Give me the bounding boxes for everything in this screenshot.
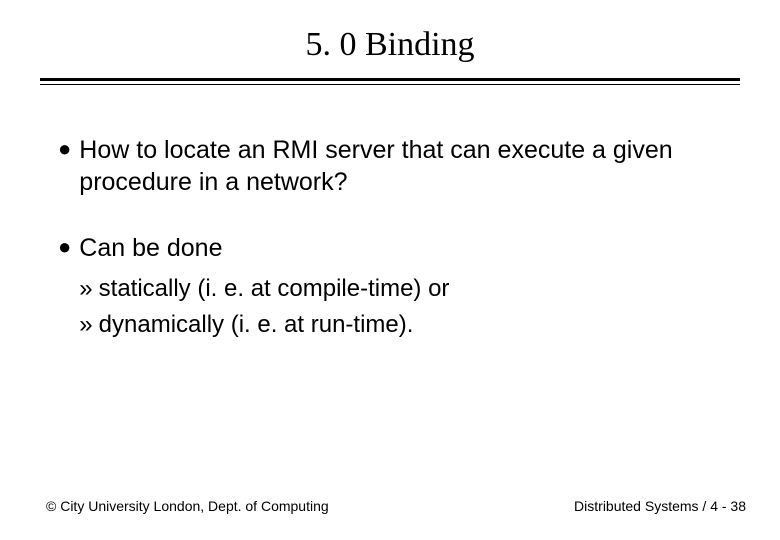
title-divider: [40, 78, 740, 82]
footer: © City University London, Dept. of Compu…: [46, 498, 746, 514]
bullet-text: How to locate an RMI server that can exe…: [79, 134, 734, 198]
bullet-item: ● Can be done » statically (i. e. at com…: [58, 232, 734, 346]
slide: 5. 0 Binding ● How to locate an RMI serv…: [0, 0, 780, 540]
sub-bullet-icon: »: [79, 310, 92, 340]
bullet-text: Can be done: [79, 234, 222, 262]
sub-bullet-icon: »: [79, 274, 92, 304]
footer-left: © City University London, Dept. of Compu…: [46, 498, 329, 514]
divider-thick: [40, 78, 740, 81]
sub-text: dynamically (i. e. at run-time).: [99, 310, 414, 340]
content-area: ● How to locate an RMI server that can e…: [0, 82, 780, 346]
sub-item: » dynamically (i. e. at run-time).: [79, 310, 449, 340]
bullet-dot-icon: ●: [58, 134, 71, 164]
bullet-body: Can be done » statically (i. e. at compi…: [79, 232, 449, 346]
bullet-item: ● How to locate an RMI server that can e…: [58, 134, 734, 198]
footer-right: Distributed Systems / 4 - 38: [574, 498, 746, 514]
sub-list: » statically (i. e. at compile-time) or …: [79, 274, 449, 340]
sub-item: » statically (i. e. at compile-time) or: [79, 274, 449, 304]
slide-title: 5. 0 Binding: [0, 0, 780, 78]
sub-text: statically (i. e. at compile-time) or: [99, 274, 450, 304]
divider-thin: [40, 84, 740, 85]
bullet-dot-icon: ●: [58, 232, 71, 262]
